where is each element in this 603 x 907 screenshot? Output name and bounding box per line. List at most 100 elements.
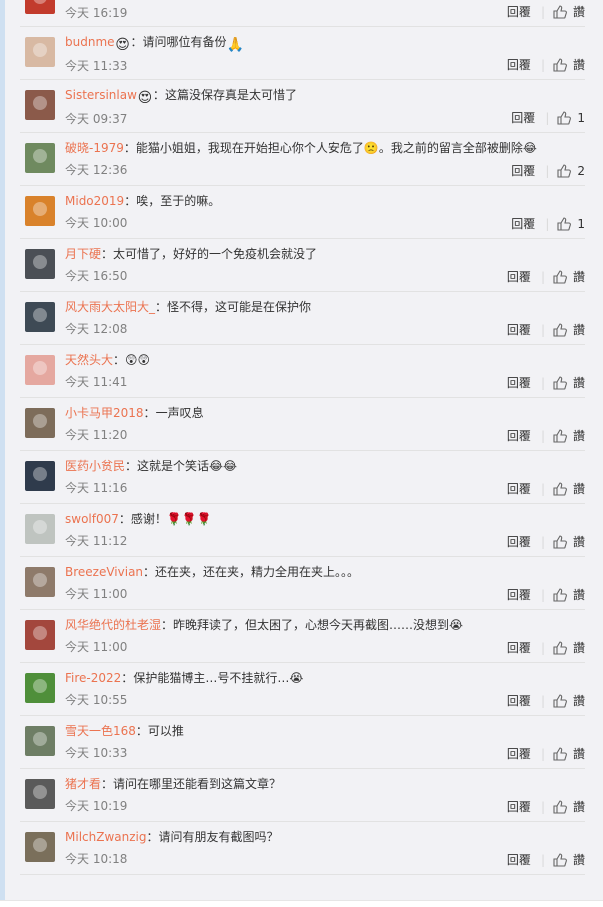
thumbs-up-icon[interactable] [553,4,567,19]
comment-username[interactable]: 月下硬 [65,247,101,261]
avatar[interactable] [25,196,55,226]
avatar[interactable] [25,90,55,120]
reply-button[interactable]: 回覆 [507,533,531,550]
avatar[interactable] [25,832,55,862]
comment-username[interactable]: swolf007 [65,512,119,526]
comment-username[interactable]: 风大雨大太阳大_ [65,300,155,314]
reply-button[interactable]: 回覆 [507,268,531,285]
avatar[interactable] [25,37,55,67]
comment-item: 医药小贫民：这就是个笑话😂😂 今天 11:16 回覆 | 讚 [20,451,585,504]
avatar[interactable] [25,355,55,385]
thumbs-up-icon[interactable] [553,375,567,390]
thumbs-up-icon[interactable] [553,640,567,655]
like-button[interactable]: 讚 [573,321,585,338]
comment-username[interactable]: budnme [65,35,115,49]
avatar[interactable] [25,726,55,756]
like-button[interactable]: 讚 [573,851,585,868]
like-button[interactable]: 1 [577,111,585,125]
thumbs-up-icon[interactable] [553,481,567,496]
avatar[interactable] [25,514,55,544]
avatar[interactable] [25,249,55,279]
reply-button[interactable]: 回覆 [511,162,535,179]
comment-username[interactable]: 天然头大 [65,353,113,367]
comment-actions: 回覆 | 讚 [507,56,585,73]
reply-button[interactable]: 回覆 [507,56,531,73]
comment-username[interactable]: 破晓-1979 [65,141,124,155]
thumbs-up-icon[interactable] [553,799,567,814]
comment-item: 月下硬：太可惜了，好好的一个免疫机会就没了 今天 16:50 回覆 | 讚 [20,239,585,292]
comment-text: 保护能猫博主…号不挂就行…😭 [133,671,303,685]
thumbs-up-icon[interactable] [553,587,567,602]
comment-username[interactable]: 雪天一色168 [65,724,136,738]
thumbs-up-icon[interactable] [553,746,567,761]
thumbs-up-icon[interactable] [553,322,567,337]
reply-button[interactable]: 回覆 [507,321,531,338]
avatar[interactable] [25,567,55,597]
like-button[interactable]: 讚 [573,692,585,709]
avatar[interactable] [25,0,55,14]
reply-button[interactable]: 回覆 [507,586,531,603]
avatar[interactable] [25,673,55,703]
comment-actions: 回覆 | 1 [511,215,585,232]
comment-username[interactable]: 小卡马甲2018 [65,406,144,420]
thumbs-up-icon[interactable] [553,852,567,867]
comment-item: budnme😍：请问哪位有备份🙏 今天 11:33 回覆 | 讚 [20,27,585,80]
reply-button[interactable]: 回覆 [507,374,531,391]
comment-username[interactable]: 医药小贫民 [65,459,125,473]
reply-button[interactable]: 回覆 [507,692,531,709]
action-divider: | [540,534,545,549]
comment-username[interactable]: MilchZwanzig [65,830,146,844]
avatar[interactable] [25,620,55,650]
thumbs-up-icon[interactable] [553,534,567,549]
colon-separator: ： [101,777,114,791]
thumbs-up-icon[interactable] [553,428,567,443]
comment-actions: 回覆 | 2 [511,162,585,179]
like-button[interactable]: 讚 [573,639,585,656]
reply-button[interactable]: 回覆 [507,480,531,497]
comment-username[interactable]: 猪才看 [65,777,101,791]
reply-button[interactable]: 回覆 [507,798,531,815]
like-button[interactable]: 1 [577,217,585,231]
like-button[interactable]: 2 [577,164,585,178]
like-button[interactable]: 讚 [573,268,585,285]
comment-actions: 回覆 | 1 [511,109,585,126]
action-divider: | [540,57,545,72]
thumbs-up-icon[interactable] [557,110,572,125]
like-button[interactable]: 讚 [573,586,585,603]
like-button[interactable]: 讚 [573,3,585,20]
thumbs-up-icon[interactable] [553,269,567,284]
like-button[interactable]: 讚 [573,745,585,762]
reply-button[interactable]: 回覆 [507,427,531,444]
like-button[interactable]: 讚 [573,480,585,497]
avatar[interactable] [25,779,55,809]
thumbs-up-icon[interactable] [553,57,567,72]
avatar[interactable] [25,408,55,438]
thumbs-up-icon[interactable] [557,216,572,231]
comment-username[interactable]: Mido2019 [65,194,124,208]
reply-button[interactable]: 回覆 [511,109,535,126]
comment-body: 请问在哪里还能看到这篇文章？ [113,777,282,791]
like-button[interactable]: 讚 [573,374,585,391]
reply-button[interactable]: 回覆 [507,745,531,762]
like-button[interactable]: 讚 [573,427,585,444]
comment-username[interactable]: 风华绝代的杜老湿 [65,618,161,632]
avatar[interactable] [25,302,55,332]
reply-button[interactable]: 回覆 [507,639,531,656]
comment-body: 太可惜了，好好的一个免疫机会就没了 [113,247,318,261]
reply-button[interactable]: 回覆 [511,215,535,232]
like-button[interactable]: 讚 [573,798,585,815]
comment-text: 😲😲 [125,353,150,367]
comment-username[interactable]: Fire-2022 [65,671,121,685]
like-button[interactable]: 讚 [573,533,585,550]
comment-text: 这就是个笑话😂😂 [137,459,237,473]
thumbs-up-icon[interactable] [553,693,567,708]
thumbs-up-icon[interactable] [557,163,572,178]
comment-username[interactable]: Sistersinlaw [65,88,137,102]
reply-button[interactable]: 回覆 [507,851,531,868]
comment-item: 猪才看：请问在哪里还能看到这篇文章？ 今天 10:19 回覆 | 讚 [20,769,585,822]
reply-button[interactable]: 回覆 [507,3,531,20]
comment-username[interactable]: BreezeVivian [65,565,143,579]
like-button[interactable]: 讚 [573,56,585,73]
avatar[interactable] [25,143,55,173]
avatar[interactable] [25,461,55,491]
